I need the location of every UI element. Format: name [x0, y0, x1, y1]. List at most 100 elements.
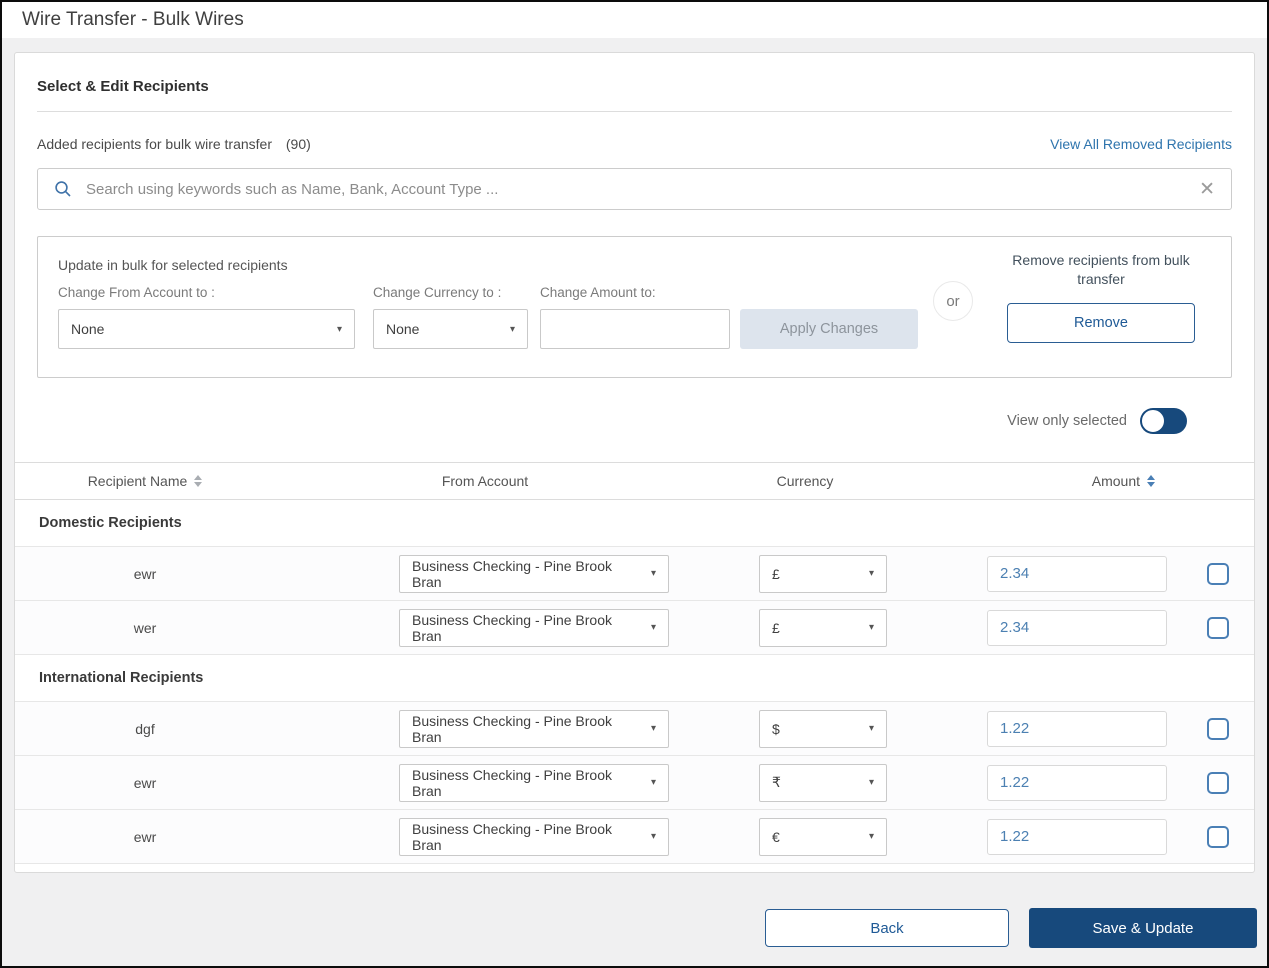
from-account-select[interactable]: Business Checking - Pine Brook Bran ▾	[399, 709, 669, 748]
apply-changes-button[interactable]: Apply Changes	[740, 309, 918, 349]
from-account-select[interactable]: Business Checking - Pine Brook Bran ▾	[399, 608, 669, 647]
change-from-account-value: None	[71, 321, 105, 337]
recipient-name: ewr	[133, 774, 157, 791]
toggle-knob	[1141, 409, 1165, 433]
change-currency-field: Change Currency to : None ▾	[355, 285, 528, 349]
panel-title: Select & Edit Recipients	[37, 78, 209, 95]
change-amount-input[interactable]	[540, 309, 730, 349]
section-header-international: International Recipients	[15, 655, 1254, 702]
currency-select[interactable]: ₹ ▾	[759, 763, 887, 802]
change-currency-select[interactable]: None ▾	[373, 309, 528, 349]
added-recipients-label: Added recipients for bulk wire transfer	[37, 136, 272, 152]
chevron-down-icon: ▾	[868, 831, 874, 842]
from-account-value: Business Checking - Pine Brook Bran	[412, 611, 612, 644]
page-title-bar: Wire Transfer - Bulk Wires	[2, 2, 1267, 38]
chevron-down-icon: ▾	[650, 831, 656, 842]
recipient-name-header-label: Recipient Name	[87, 473, 188, 489]
page-title: Wire Transfer - Bulk Wires	[22, 9, 244, 30]
recipient-search-box: ✕	[37, 168, 1232, 210]
view-only-selected-row: View only selected	[37, 408, 1232, 434]
column-header-from-account: From Account	[275, 473, 695, 489]
currency-value: €	[772, 828, 780, 845]
table-row: ewr Business Checking - Pine Brook Bran …	[15, 756, 1254, 810]
from-account-value: Business Checking - Pine Brook Bran	[412, 820, 612, 853]
chevron-down-icon: ▾	[509, 323, 515, 335]
sort-icon[interactable]	[194, 475, 203, 487]
remove-button[interactable]: Remove	[1007, 302, 1195, 343]
recipient-name: dgf	[135, 720, 155, 737]
bulk-update-section: Update in bulk for selected recipients C…	[37, 236, 1232, 378]
currency-select[interactable]: € ▾	[759, 817, 887, 856]
row-checkbox[interactable]	[1206, 717, 1229, 740]
recipient-name: wer	[133, 619, 157, 636]
recipient-name: ewr	[133, 565, 157, 582]
search-icon	[55, 181, 71, 197]
added-recipients-count: (90)	[285, 136, 311, 152]
change-from-account-label: Change From Account to :	[58, 285, 215, 300]
change-amount-label: Change Amount to:	[540, 285, 656, 300]
view-only-selected-toggle[interactable]	[1140, 408, 1187, 434]
column-header-recipient-name[interactable]: Recipient Name	[15, 473, 275, 489]
panel-divider	[37, 111, 1232, 112]
select-edit-recipients-panel: Select & Edit Recipients Added recipient…	[14, 52, 1255, 873]
remove-recipients-caption: Remove recipients from bulk transfer	[1012, 252, 1190, 287]
currency-value: £	[772, 619, 780, 636]
change-from-account-select[interactable]: None ▾	[58, 309, 355, 349]
column-header-amount[interactable]: Amount	[915, 473, 1181, 489]
chevron-down-icon: ▾	[650, 777, 656, 788]
from-account-select[interactable]: Business Checking - Pine Brook Bran ▾	[399, 554, 669, 593]
amount-input[interactable]	[987, 609, 1167, 646]
chevron-down-icon: ▾	[650, 568, 656, 579]
save-update-button[interactable]: Save & Update	[1029, 908, 1257, 948]
table-row: ewr Business Checking - Pine Brook Bran …	[15, 547, 1254, 601]
amount-input[interactable]	[987, 555, 1167, 592]
currency-value: £	[772, 565, 780, 582]
row-checkbox[interactable]	[1206, 825, 1229, 848]
sort-icon[interactable]	[1147, 475, 1155, 487]
table-row: dgf Business Checking - Pine Brook Bran …	[15, 702, 1254, 756]
row-checkbox[interactable]	[1206, 616, 1229, 639]
currency-select[interactable]: £ ▾	[759, 608, 887, 647]
currency-header-label: Currency	[776, 473, 834, 489]
from-account-header-label: From Account	[441, 473, 529, 489]
view-only-selected-label: View only selected	[1007, 413, 1127, 429]
back-button[interactable]: Back	[765, 909, 1009, 947]
clear-search-icon[interactable]: ✕	[1199, 180, 1215, 199]
currency-value: $	[772, 720, 780, 737]
currency-select[interactable]: £ ▾	[759, 554, 887, 593]
chevron-down-icon: ▾	[868, 568, 874, 579]
remove-recipients-group: Remove recipients from bulk transfer Rem…	[1001, 251, 1201, 343]
change-amount-field: Change Amount to:	[528, 285, 730, 349]
recipient-name: ewr	[133, 828, 157, 845]
amount-input[interactable]	[987, 710, 1167, 747]
currency-select[interactable]: $ ▾	[759, 709, 887, 748]
chevron-down-icon: ▾	[868, 777, 874, 788]
table-header-row: Recipient Name From Account Currency Amo…	[15, 462, 1254, 500]
section-label: International Recipients	[39, 670, 204, 686]
or-separator: or	[933, 281, 973, 321]
view-all-removed-recipients-link[interactable]: View All Removed Recipients	[1050, 136, 1232, 152]
amount-input[interactable]	[987, 818, 1167, 855]
amount-input[interactable]	[987, 764, 1167, 801]
table-row: wer Business Checking - Pine Brook Bran …	[15, 601, 1254, 655]
from-account-value: Business Checking - Pine Brook Bran	[412, 766, 612, 799]
amount-header-label: Amount	[1091, 473, 1140, 489]
search-input[interactable]	[86, 180, 1186, 198]
section-header-domestic: Domestic Recipients	[15, 500, 1254, 547]
change-currency-value: None	[386, 321, 420, 337]
wire-transfer-bulk-wires-screen: Wire Transfer - Bulk Wires Select & Edit…	[0, 0, 1269, 968]
from-account-select[interactable]: Business Checking - Pine Brook Bran ▾	[399, 763, 669, 802]
chevron-down-icon: ▾	[868, 622, 874, 633]
row-checkbox[interactable]	[1206, 771, 1229, 794]
table-row: ewr Business Checking - Pine Brook Bran …	[15, 810, 1254, 864]
row-checkbox[interactable]	[1206, 562, 1229, 585]
added-recipients-row: Added recipients for bulk wire transfer …	[37, 136, 1232, 152]
from-account-select[interactable]: Business Checking - Pine Brook Bran ▾	[399, 817, 669, 856]
footer-actions: Back Save & Update	[14, 908, 1257, 948]
change-currency-label: Change Currency to :	[373, 285, 502, 300]
from-account-value: Business Checking - Pine Brook Bran	[412, 712, 612, 745]
column-header-currency: Currency	[695, 473, 915, 489]
section-label: Domestic Recipients	[39, 515, 182, 531]
from-account-value: Business Checking - Pine Brook Bran	[412, 557, 612, 590]
chevron-down-icon: ▾	[868, 723, 874, 734]
